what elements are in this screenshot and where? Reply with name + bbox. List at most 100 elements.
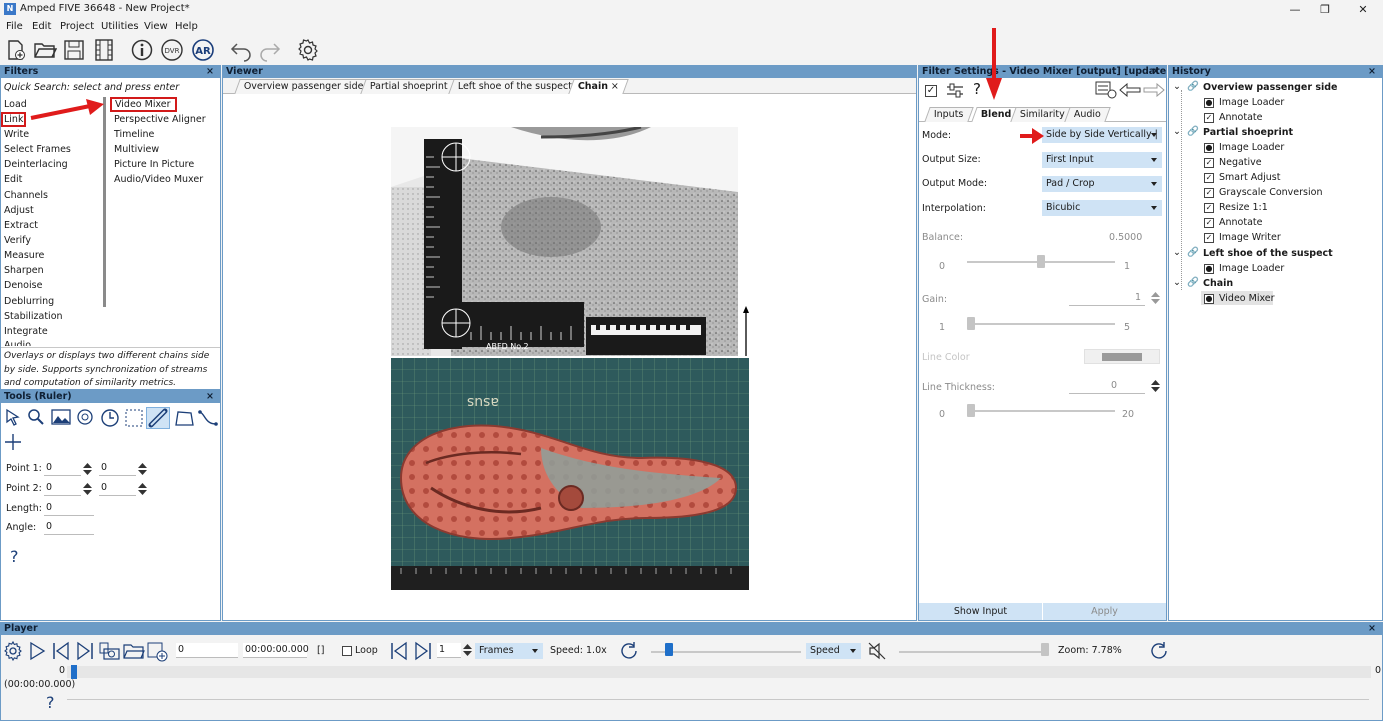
chain-left-shoe-suspect[interactable]: Left shoe of the suspect (1203, 248, 1333, 259)
next-filter-icon[interactable] (1143, 83, 1165, 97)
chain-expand-icon[interactable]: ⌄ (1173, 277, 1181, 288)
menu-view[interactable]: View (144, 21, 168, 32)
interpolation-select[interactable]: Bicubic (1042, 200, 1162, 216)
filter-list-icon[interactable] (1095, 81, 1117, 99)
point1-x-input[interactable]: 0 (44, 461, 81, 476)
frames-select[interactable]: Frames (475, 643, 543, 659)
category-adjust[interactable]: Adjust (4, 205, 34, 216)
line-color-picker[interactable] (1084, 349, 1160, 364)
category-link[interactable]: Link (1, 112, 27, 127)
step-input[interactable]: 1 (437, 643, 461, 658)
category-audio[interactable]: Audio (4, 340, 31, 346)
history-filter-item[interactable]: Image Loader (1219, 263, 1284, 274)
filter-timeline[interactable]: Timeline (114, 129, 154, 140)
apply-button[interactable]: Apply (1043, 603, 1166, 620)
clock-tool-icon[interactable] (100, 408, 120, 428)
quick-search-input[interactable]: Quick Search: select and press enter (4, 82, 179, 93)
category-edit[interactable]: Edit (4, 174, 22, 185)
category-measure[interactable]: Measure (4, 250, 44, 261)
ar-icon[interactable]: AR (191, 38, 215, 62)
filter-multiview[interactable]: Multiview (114, 144, 159, 155)
point2-x-input[interactable]: 0 (44, 481, 81, 496)
history-filter-item[interactable]: Image Loader (1219, 142, 1284, 153)
play-icon[interactable] (27, 641, 47, 661)
add-frame-icon[interactable] (147, 641, 169, 663)
tab-partial-shoeprint[interactable]: Partial shoeprint (360, 79, 458, 94)
filter-checkbox[interactable]: ✓ (1204, 173, 1214, 183)
gain-slider[interactable] (967, 323, 1115, 325)
reset-speed-icon[interactable] (619, 641, 639, 661)
speed-slider-thumb[interactable] (665, 643, 673, 656)
point1-y-input[interactable]: 0 (99, 461, 136, 476)
point1-y-spin-icon[interactable] (137, 461, 148, 477)
tab-overview-passenger-side[interactable]: Overview passenger side (234, 79, 374, 94)
category-select-frames[interactable]: Select Frames (4, 144, 71, 155)
chain-expand-icon[interactable]: ⌄ (1173, 247, 1181, 258)
line-thickness-spin-icon[interactable] (1150, 378, 1161, 394)
tab-left-shoe-suspect[interactable]: Left shoe of the suspect (448, 79, 582, 94)
filter-checkbox[interactable]: ● (1204, 294, 1214, 304)
gain-input[interactable]: 1 (1069, 291, 1145, 306)
history-filter-item[interactable]: Negative (1219, 157, 1262, 168)
filter-checkbox[interactable]: ✓ (1204, 158, 1214, 168)
polygon-tool-icon[interactable] (173, 408, 195, 428)
filter-checkbox[interactable]: ● (1204, 264, 1214, 274)
filter-checkbox[interactable]: ✓ (1204, 218, 1214, 228)
filter-picture-in-picture[interactable]: Picture In Picture (114, 159, 194, 170)
timeline-playhead[interactable] (71, 665, 77, 679)
loop-checkbox[interactable] (342, 646, 352, 656)
tools-help-icon[interactable]: ? (10, 547, 19, 566)
balance-slider-thumb[interactable] (1037, 255, 1045, 268)
film-icon[interactable] (92, 38, 116, 62)
category-deblurring[interactable]: Deblurring (4, 296, 54, 307)
filter-checkbox[interactable]: ✓ (1204, 233, 1214, 243)
skip-start-icon[interactable] (51, 641, 71, 661)
mute-icon[interactable] (867, 641, 887, 661)
volume-slider-thumb[interactable] (1041, 643, 1049, 656)
history-filter-item[interactable]: Annotate (1219, 217, 1262, 228)
tab-audio[interactable]: Audio (1064, 107, 1111, 122)
folder-icon[interactable] (123, 641, 145, 661)
player-close-icon[interactable]: × (1368, 623, 1376, 635)
tools-close-icon[interactable]: × (206, 391, 214, 403)
history-filter-item[interactable]: Image Writer (1219, 232, 1281, 243)
menu-project[interactable]: Project (60, 21, 94, 32)
output-mode-select[interactable]: Pad / Crop (1042, 176, 1162, 192)
gain-slider-thumb[interactable] (967, 317, 975, 330)
time-input[interactable]: 00:00:00.000 (243, 643, 309, 658)
reset-zoom-icon[interactable] (1149, 641, 1169, 661)
history-filter-item[interactable]: Resize 1:1 (1219, 202, 1268, 213)
help-icon[interactable]: ? (973, 80, 981, 98)
volume-slider[interactable] (899, 651, 1049, 653)
close-window-button[interactable]: ✕ (1348, 1, 1378, 18)
info-icon[interactable] (130, 38, 154, 62)
point1-x-spin-icon[interactable] (82, 461, 93, 477)
history-filter-item[interactable]: Image Loader (1219, 97, 1284, 108)
ruler-tool-button[interactable] (146, 407, 170, 429)
history-filter-item[interactable]: Smart Adjust (1219, 172, 1280, 183)
filter-checkbox[interactable]: ✓ (1204, 203, 1214, 213)
output-size-select[interactable]: First Input (1042, 152, 1162, 168)
sliders-icon[interactable] (945, 82, 965, 100)
category-write[interactable]: Write (4, 129, 29, 140)
menu-utilities[interactable]: Utilities (101, 21, 139, 32)
settings-icon[interactable] (296, 38, 320, 62)
line-thickness-slider-thumb[interactable] (967, 404, 975, 417)
frame-input[interactable]: 0 (176, 643, 238, 658)
line-thickness-input[interactable]: 0 (1069, 379, 1145, 394)
mode-select[interactable]: Side by Side Vertically | (1042, 127, 1162, 143)
timeline-slider[interactable] (67, 666, 1371, 678)
speed-slider[interactable] (651, 651, 801, 653)
line-thickness-slider[interactable] (967, 410, 1115, 412)
open-icon[interactable] (33, 38, 57, 62)
chain-overview-passenger-side[interactable]: Overview passenger side (1203, 82, 1338, 93)
minimize-button[interactable]: — (1280, 1, 1310, 18)
category-extract[interactable]: Extract (4, 220, 38, 231)
tab-chain-close-icon[interactable]: × (611, 80, 619, 94)
filter-perspective-aligner[interactable]: Perspective Aligner (114, 114, 206, 125)
history-filter-item[interactable]: Annotate (1219, 112, 1262, 123)
step-back-icon[interactable] (389, 641, 409, 661)
category-deinterlacing[interactable]: Deinterlacing (4, 159, 68, 170)
filter-checkbox[interactable]: ✓ (1204, 113, 1214, 123)
menu-help[interactable]: Help (175, 21, 198, 32)
